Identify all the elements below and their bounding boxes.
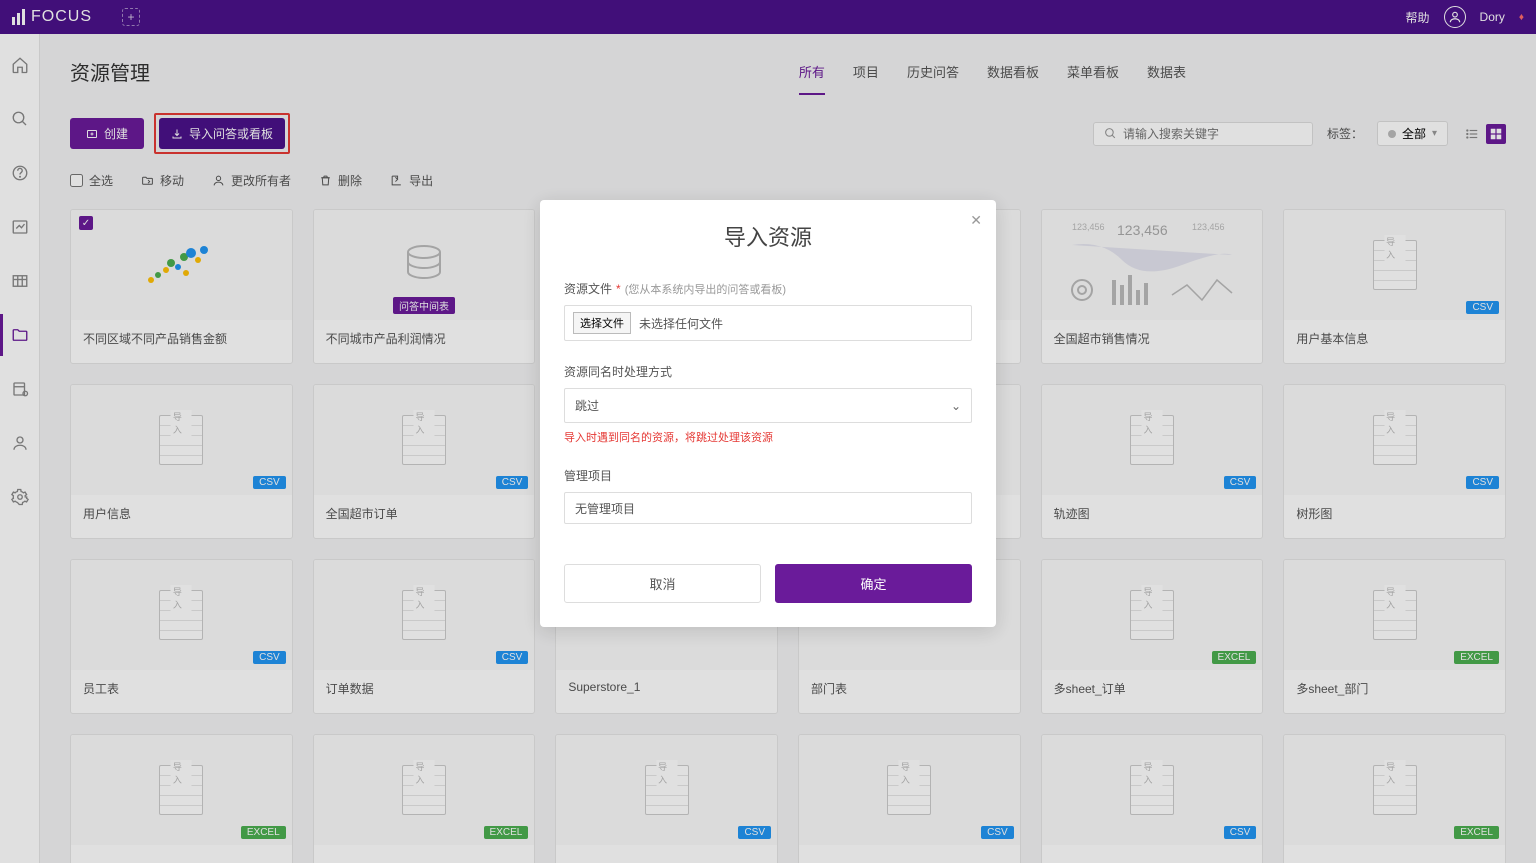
cancel-button[interactable]: 取消 bbox=[564, 564, 761, 603]
conflict-select[interactable]: 跳过 ⌄ bbox=[564, 388, 972, 423]
conflict-label: 资源同名时处理方式 bbox=[564, 363, 972, 380]
project-input[interactable] bbox=[564, 492, 972, 524]
file-input[interactable]: 选择文件 未选择任何文件 bbox=[564, 305, 972, 341]
conflict-value: 跳过 bbox=[575, 397, 599, 414]
confirm-button[interactable]: 确定 bbox=[775, 564, 972, 603]
modal-title: 导入资源 bbox=[564, 220, 972, 252]
choose-file-button[interactable]: 选择文件 bbox=[573, 312, 631, 334]
conflict-warning: 导入时遇到同名的资源，将跳过处理该资源 bbox=[564, 429, 972, 445]
close-icon[interactable]: ✕ bbox=[970, 212, 982, 229]
chevron-down-icon: ⌄ bbox=[951, 399, 961, 413]
import-modal: ✕ 导入资源 资源文件* (您从本系统内导出的问答或看板) 选择文件 未选择任何… bbox=[540, 200, 996, 627]
modal-overlay[interactable]: ✕ 导入资源 资源文件* (您从本系统内导出的问答或看板) 选择文件 未选择任何… bbox=[0, 0, 1536, 863]
file-status-text: 未选择任何文件 bbox=[639, 315, 723, 332]
file-label: 资源文件* (您从本系统内导出的问答或看板) bbox=[564, 280, 972, 297]
project-label: 管理项目 bbox=[564, 467, 972, 484]
